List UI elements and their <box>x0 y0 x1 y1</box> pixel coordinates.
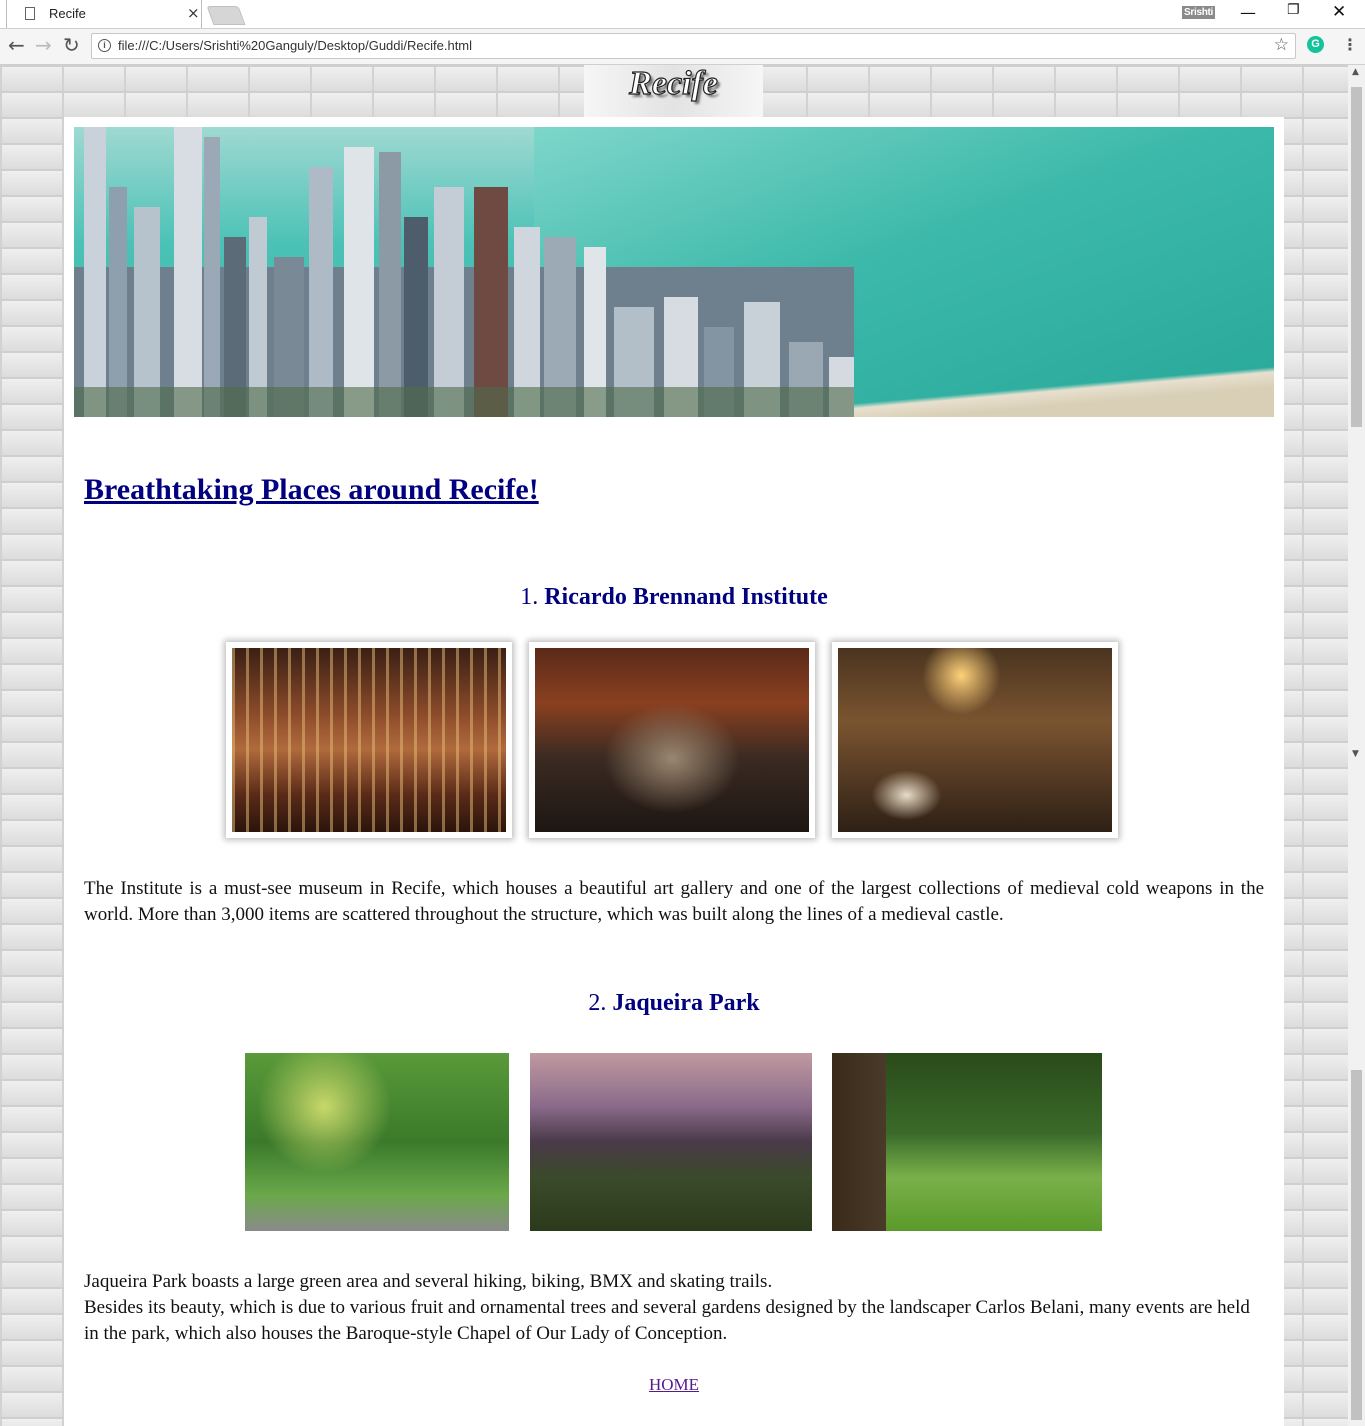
scroll-up-icon[interactable]: ▲ <box>1352 67 1359 77</box>
page-viewport: Recife Breathtaking Places around Recife… <box>0 65 1348 1426</box>
section-title-jaqueira-park: 2. Jaqueira Park <box>64 990 1284 1017</box>
section-title-ricardo-brennand: 1. Ricardo Brennand Institute <box>64 584 1284 611</box>
beach <box>814 367 1274 417</box>
section-number: 1. <box>520 584 539 610</box>
vertical-scrollbar[interactable]: ▲ ▼ <box>1348 65 1365 1426</box>
back-icon[interactable]: ← <box>8 33 25 57</box>
minimize-icon[interactable]: — <box>1240 3 1256 22</box>
tab-close-icon[interactable]: × <box>187 4 200 22</box>
section-title-text: Jaqueira Park <box>612 990 760 1016</box>
restore-icon[interactable]: ❐ <box>1287 2 1300 18</box>
reload-icon[interactable]: ↻ <box>63 33 80 57</box>
photo-armored-knights <box>529 642 815 838</box>
new-tab-button[interactable] <box>206 6 246 25</box>
scroll-thumb[interactable] <box>1351 87 1362 427</box>
url-text[interactable]: file:///C:/Users/Srishti%20Ganguly/Deskt… <box>118 38 472 53</box>
section-number: 2. <box>588 990 607 1016</box>
site-logo: Recife <box>584 65 763 117</box>
profile-button[interactable]: Srishti <box>1182 6 1216 19</box>
scroll-thumb-secondary[interactable] <box>1351 1070 1362 1420</box>
section-description: The Institute is a must-see museum in Re… <box>84 878 1264 925</box>
hall-image <box>838 648 1112 832</box>
scroll-down-icon[interactable]: ▼ <box>1352 749 1359 759</box>
content-panel: Breathtaking Places around Recife! 1. Ri… <box>64 117 1284 1426</box>
window-close-icon[interactable]: ✕ <box>1332 2 1346 22</box>
document-icon <box>25 7 35 20</box>
section-description: Jaqueira Park boasts a large green area … <box>84 1269 1264 1347</box>
address-bar[interactable]: i file:///C:/Users/Srishti%20Ganguly/Des… <box>91 33 1296 59</box>
tab-title: Recife <box>49 6 86 21</box>
photo-park-night-city <box>530 1053 812 1231</box>
page-heading: Breathtaking Places around Recife! <box>84 473 539 506</box>
home-link[interactable]: HOME <box>64 1375 1284 1395</box>
knights-image <box>535 648 809 832</box>
tab-strip: Recife × Srishti — ❐ ✕ <box>0 0 1365 29</box>
browser-toolbar: ← → ↻ i file:///C:/Users/Srishti%20Gangu… <box>0 29 1365 65</box>
weapons-image <box>232 648 506 832</box>
photo-park-trees <box>245 1053 509 1231</box>
logo-text: Recife <box>629 65 719 103</box>
description-line-2: Besides its beauty, which is due to vari… <box>84 1297 1250 1344</box>
photo-park-lawn <box>832 1053 1102 1231</box>
bookmark-star-icon[interactable]: ☆ <box>1274 35 1289 55</box>
grammarly-extension-icon[interactable]: G <box>1307 36 1324 53</box>
photo-museum-hall <box>832 642 1118 838</box>
recife-skyline-banner <box>74 127 1274 417</box>
info-icon[interactable]: i <box>98 39 111 52</box>
menu-icon[interactable]: ⋮ <box>1342 35 1358 54</box>
forward-icon[interactable]: → <box>35 33 52 57</box>
description-line-1: Jaqueira Park boasts a large green area … <box>84 1271 773 1292</box>
photo-weapons-collection <box>226 642 512 838</box>
tab-recife[interactable]: Recife × <box>6 0 202 28</box>
skyline-buildings <box>74 127 854 417</box>
section-title-text: Ricardo Brennand Institute <box>544 584 828 610</box>
